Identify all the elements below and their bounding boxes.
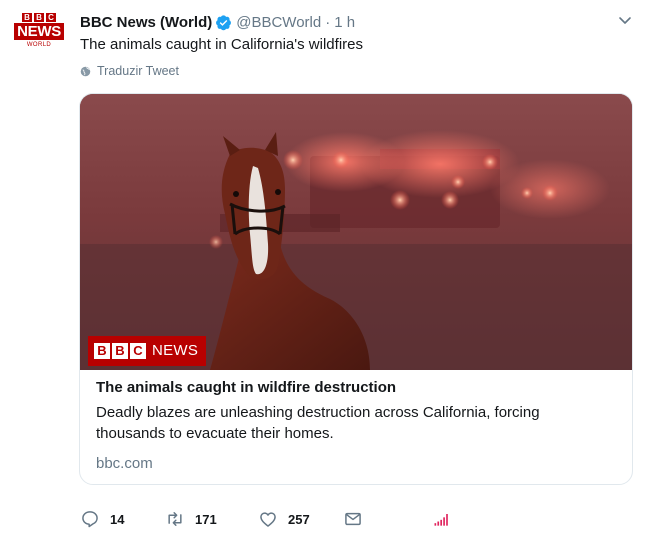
analytics-icon xyxy=(434,514,448,526)
globe-icon xyxy=(80,66,91,76)
avatar-news: NEWS xyxy=(14,23,64,40)
card-image: B B C NEWS xyxy=(80,94,632,370)
logo-letter: B xyxy=(112,342,128,359)
translate-label: Traduzir Tweet xyxy=(97,64,179,78)
logo-letter: B xyxy=(94,342,110,359)
card-title: The animals caught in wildfire destructi… xyxy=(96,379,397,396)
logo-letter: C xyxy=(130,342,146,359)
avatar-world: WORLD xyxy=(26,42,52,48)
like-icon xyxy=(260,512,276,527)
retweet-icon xyxy=(168,512,182,526)
tweet-header: BBC News (World) @BBCWorld · 1 h xyxy=(80,11,355,33)
avatar-letter: B xyxy=(22,13,32,22)
card-description: Deadly blazes are unleashing destruction… xyxy=(96,404,540,442)
chevron-down-icon[interactable] xyxy=(618,14,632,28)
bbc-news-logo: B B C NEWS xyxy=(94,342,198,359)
retweet-button[interactable]: 171 xyxy=(165,507,217,531)
like-button[interactable]: 257 xyxy=(258,507,310,531)
tweet[interactable]: B B C NEWS WORLD BBC News (World) @BBCWo… xyxy=(0,0,648,537)
author-handle[interactable]: @BBCWorld xyxy=(236,14,321,31)
reply-button[interactable]: 14 xyxy=(80,507,124,531)
tweet-text: The animals caught in California's wildf… xyxy=(80,36,363,53)
link-card[interactable]: B B C NEWS The animals caught in wildfir… xyxy=(79,93,633,485)
tweet-actions: 14 171 257 xyxy=(80,507,480,531)
logo-news: NEWS xyxy=(152,342,199,359)
card-domain: bbc.com xyxy=(96,455,153,472)
dm-icon xyxy=(345,512,361,526)
avatar[interactable]: B B C NEWS WORLD xyxy=(12,12,66,66)
avatar-bbc-blocks: B B C xyxy=(22,13,56,22)
retweet-count: 171 xyxy=(195,511,217,527)
avatar-letter: B xyxy=(34,13,44,22)
reply-icon xyxy=(82,511,98,528)
tweet-timestamp[interactable]: 1 h xyxy=(334,14,355,31)
analytics-button[interactable] xyxy=(432,507,452,531)
dm-button[interactable] xyxy=(343,507,363,531)
separator-dot: · xyxy=(325,13,331,31)
like-count: 257 xyxy=(288,511,310,527)
verified-badge-icon xyxy=(216,14,232,30)
translate-tweet[interactable]: Traduzir Tweet xyxy=(80,64,179,78)
reply-count: 14 xyxy=(110,511,125,527)
author-name[interactable]: BBC News (World) xyxy=(80,14,212,31)
avatar-letter: C xyxy=(46,13,56,22)
